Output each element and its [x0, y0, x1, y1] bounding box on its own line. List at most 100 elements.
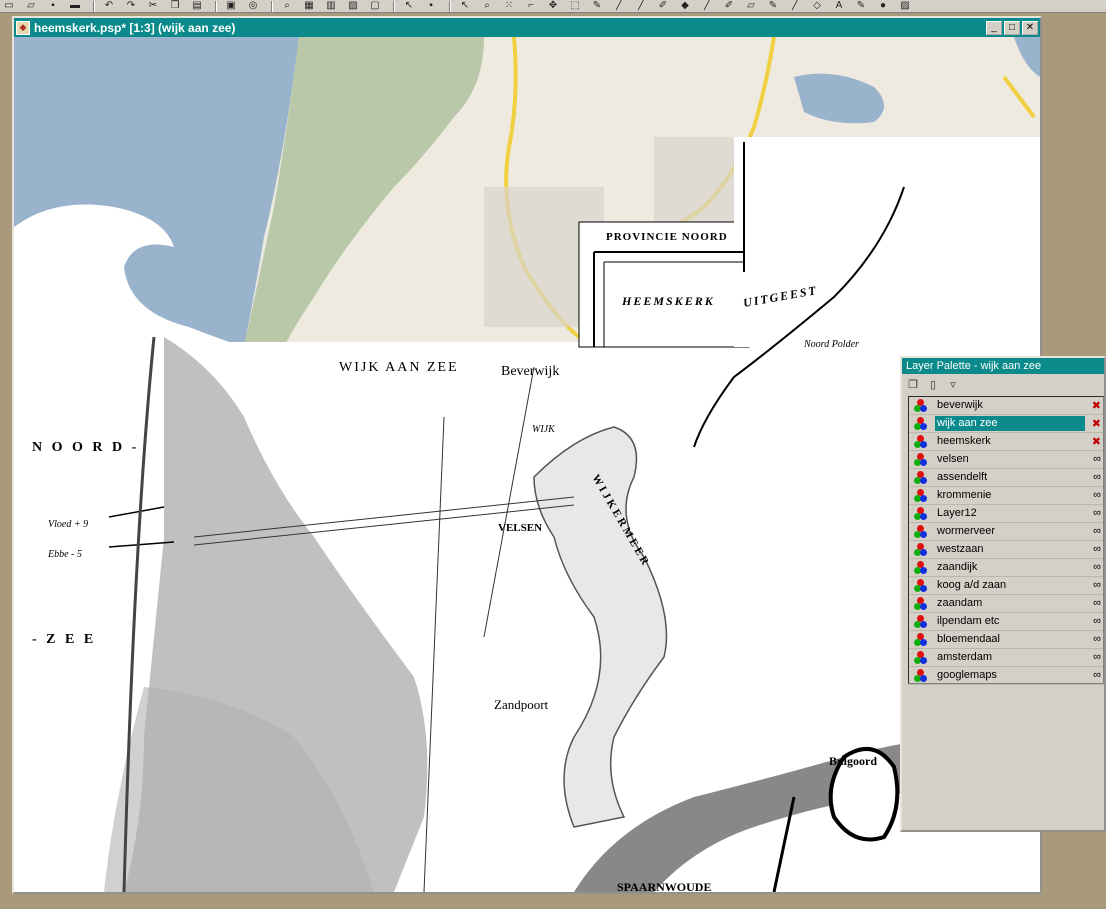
visibility-on-icon[interactable]: ∞: [1093, 579, 1101, 591]
zoom-tool-icon[interactable]: ⌕: [478, 0, 496, 12]
visibility-on-icon[interactable]: ∞: [1093, 633, 1101, 645]
layer-row[interactable]: krommenie ∞: [909, 487, 1103, 505]
picture-tube-icon[interactable]: ✎: [764, 0, 782, 12]
copy-icon[interactable]: ❐: [166, 0, 184, 12]
visibility-on-icon[interactable]: ∞: [1093, 615, 1101, 627]
layer-name[interactable]: googlemaps: [935, 668, 1085, 683]
cut-icon[interactable]: ✂: [144, 0, 162, 12]
brush-icon[interactable]: ╱: [632, 0, 650, 12]
map-image: WIJK AAN ZEE Beverwijk N O O R D - - Z E…: [14, 37, 1040, 892]
delete-layer-icon[interactable]: ▯: [926, 377, 940, 391]
layer-name[interactable]: beverwijk: [935, 398, 1085, 413]
document-titlebar[interactable]: ◆ heemskerk.psp* [1:3] (wijk aan zee) _ …: [14, 18, 1040, 37]
deform-icon[interactable]: ⁙: [500, 0, 518, 12]
layer-name[interactable]: wormerveer: [935, 524, 1085, 539]
toolbar-divider: [271, 0, 273, 12]
layer-name[interactable]: amsterdam: [935, 650, 1085, 665]
visibility-off-icon[interactable]: ✖: [1092, 399, 1101, 412]
airbrush-icon[interactable]: ╱: [786, 0, 804, 12]
text-icon[interactable]: A: [830, 0, 848, 12]
save-icon[interactable]: ▪: [44, 0, 62, 12]
layers-icon[interactable]: ▧: [344, 0, 362, 12]
layer-name[interactable]: krommenie: [935, 488, 1085, 503]
layer-name[interactable]: koog a/d zaan: [935, 578, 1085, 593]
layer-row[interactable]: zaandam ∞: [909, 595, 1103, 613]
visibility-on-icon[interactable]: ∞: [1093, 651, 1101, 663]
visibility-on-icon[interactable]: ∞: [1093, 489, 1101, 501]
close-button[interactable]: ✕: [1022, 20, 1038, 35]
move-icon[interactable]: ✥: [544, 0, 562, 12]
visibility-on-icon[interactable]: ∞: [1093, 453, 1101, 465]
layer-row[interactable]: assendelft ∞: [909, 469, 1103, 487]
arrow-tool-icon[interactable]: ↖: [456, 0, 474, 12]
paste-icon[interactable]: ▤: [188, 0, 206, 12]
clone-icon[interactable]: ✐: [654, 0, 672, 12]
draw-icon[interactable]: ✎: [852, 0, 870, 12]
visibility-on-icon[interactable]: ∞: [1093, 561, 1101, 573]
layer-properties-icon[interactable]: ▿: [946, 377, 960, 391]
layer-row[interactable]: velsen ∞: [909, 451, 1103, 469]
overview-icon[interactable]: ▥: [322, 0, 340, 12]
layer-row[interactable]: koog a/d zaan ∞: [909, 577, 1103, 595]
select-icon[interactable]: ⬚: [566, 0, 584, 12]
browse-icon[interactable]: ▣: [222, 0, 240, 12]
layer-name[interactable]: zaandijk: [935, 560, 1085, 575]
new-icon[interactable]: ▭: [0, 0, 18, 12]
layer-row[interactable]: Layer12 ∞: [909, 505, 1103, 523]
layer-row[interactable]: wijk aan zee ✖: [909, 415, 1103, 433]
dropper-icon[interactable]: ╱: [610, 0, 628, 12]
layer-name[interactable]: wijk aan zee: [935, 416, 1085, 431]
layer-name[interactable]: Layer12: [935, 506, 1085, 521]
layer-row[interactable]: westzaan ∞: [909, 541, 1103, 559]
minimize-button[interactable]: _: [986, 20, 1002, 35]
preset-shape-icon[interactable]: ▨: [896, 0, 914, 12]
open-icon[interactable]: ▱: [22, 0, 40, 12]
layer-row[interactable]: amsterdam ∞: [909, 649, 1103, 667]
camera-icon[interactable]: ▪: [422, 0, 440, 12]
pointer-icon[interactable]: ↖: [400, 0, 418, 12]
new-layer-icon[interactable]: ❐: [906, 377, 920, 391]
layer-row[interactable]: beverwijk ✖: [909, 397, 1103, 415]
visibility-on-icon[interactable]: ∞: [1093, 669, 1101, 681]
layer-name[interactable]: heemskerk: [935, 434, 1085, 449]
scratch-remover-icon[interactable]: ✐: [720, 0, 738, 12]
layer-name[interactable]: ilpendam etc: [935, 614, 1085, 629]
eraser-icon[interactable]: ▱: [742, 0, 760, 12]
layer-row[interactable]: zaandijk ∞: [909, 559, 1103, 577]
shape-icon[interactable]: ●: [874, 0, 892, 12]
visibility-on-icon[interactable]: ∞: [1093, 543, 1101, 555]
crop-icon[interactable]: ⌐: [522, 0, 540, 12]
undo-icon[interactable]: ↶: [100, 0, 118, 12]
layer-type-icon: [913, 560, 929, 576]
layer-row[interactable]: googlemaps ∞: [909, 667, 1103, 685]
layer-name[interactable]: assendelft: [935, 470, 1085, 485]
visibility-on-icon[interactable]: ∞: [1093, 525, 1101, 537]
layer-row[interactable]: heemskerk ✖: [909, 433, 1103, 451]
fill-icon[interactable]: ◇: [808, 0, 826, 12]
lasso-icon[interactable]: ✎: [588, 0, 606, 12]
label-zee: - Z E E: [32, 632, 96, 647]
layer-palette-titlebar[interactable]: Layer Palette - wijk aan zee: [902, 358, 1104, 374]
maximize-button[interactable]: □: [1004, 20, 1020, 35]
color-replace-icon[interactable]: ◆: [676, 0, 694, 12]
visibility-on-icon[interactable]: ∞: [1093, 507, 1101, 519]
layer-name[interactable]: velsen: [935, 452, 1085, 467]
zoom-icon[interactable]: ◎: [244, 0, 262, 12]
layer-name[interactable]: zaandam: [935, 596, 1085, 611]
layer-name[interactable]: westzaan: [935, 542, 1085, 557]
visibility-off-icon[interactable]: ✖: [1092, 435, 1101, 448]
layer-row[interactable]: ilpendam etc ∞: [909, 613, 1103, 631]
color-icon[interactable]: ▦: [300, 0, 318, 12]
visibility-on-icon[interactable]: ∞: [1093, 471, 1101, 483]
retouch-icon[interactable]: ╱: [698, 0, 716, 12]
redo-icon[interactable]: ↷: [122, 0, 140, 12]
image-canvas[interactable]: WIJK AAN ZEE Beverwijk N O O R D - - Z E…: [14, 37, 1040, 892]
visibility-off-icon[interactable]: ✖: [1092, 417, 1101, 430]
layer-row[interactable]: wormerveer ∞: [909, 523, 1103, 541]
script-icon[interactable]: ▢: [366, 0, 384, 12]
layer-name[interactable]: bloemendaal: [935, 632, 1085, 647]
layer-row[interactable]: bloemendaal ∞: [909, 631, 1103, 649]
visibility-on-icon[interactable]: ∞: [1093, 597, 1101, 609]
histogram-icon[interactable]: ⌕: [278, 0, 296, 12]
print-icon[interactable]: ▬: [66, 0, 84, 12]
